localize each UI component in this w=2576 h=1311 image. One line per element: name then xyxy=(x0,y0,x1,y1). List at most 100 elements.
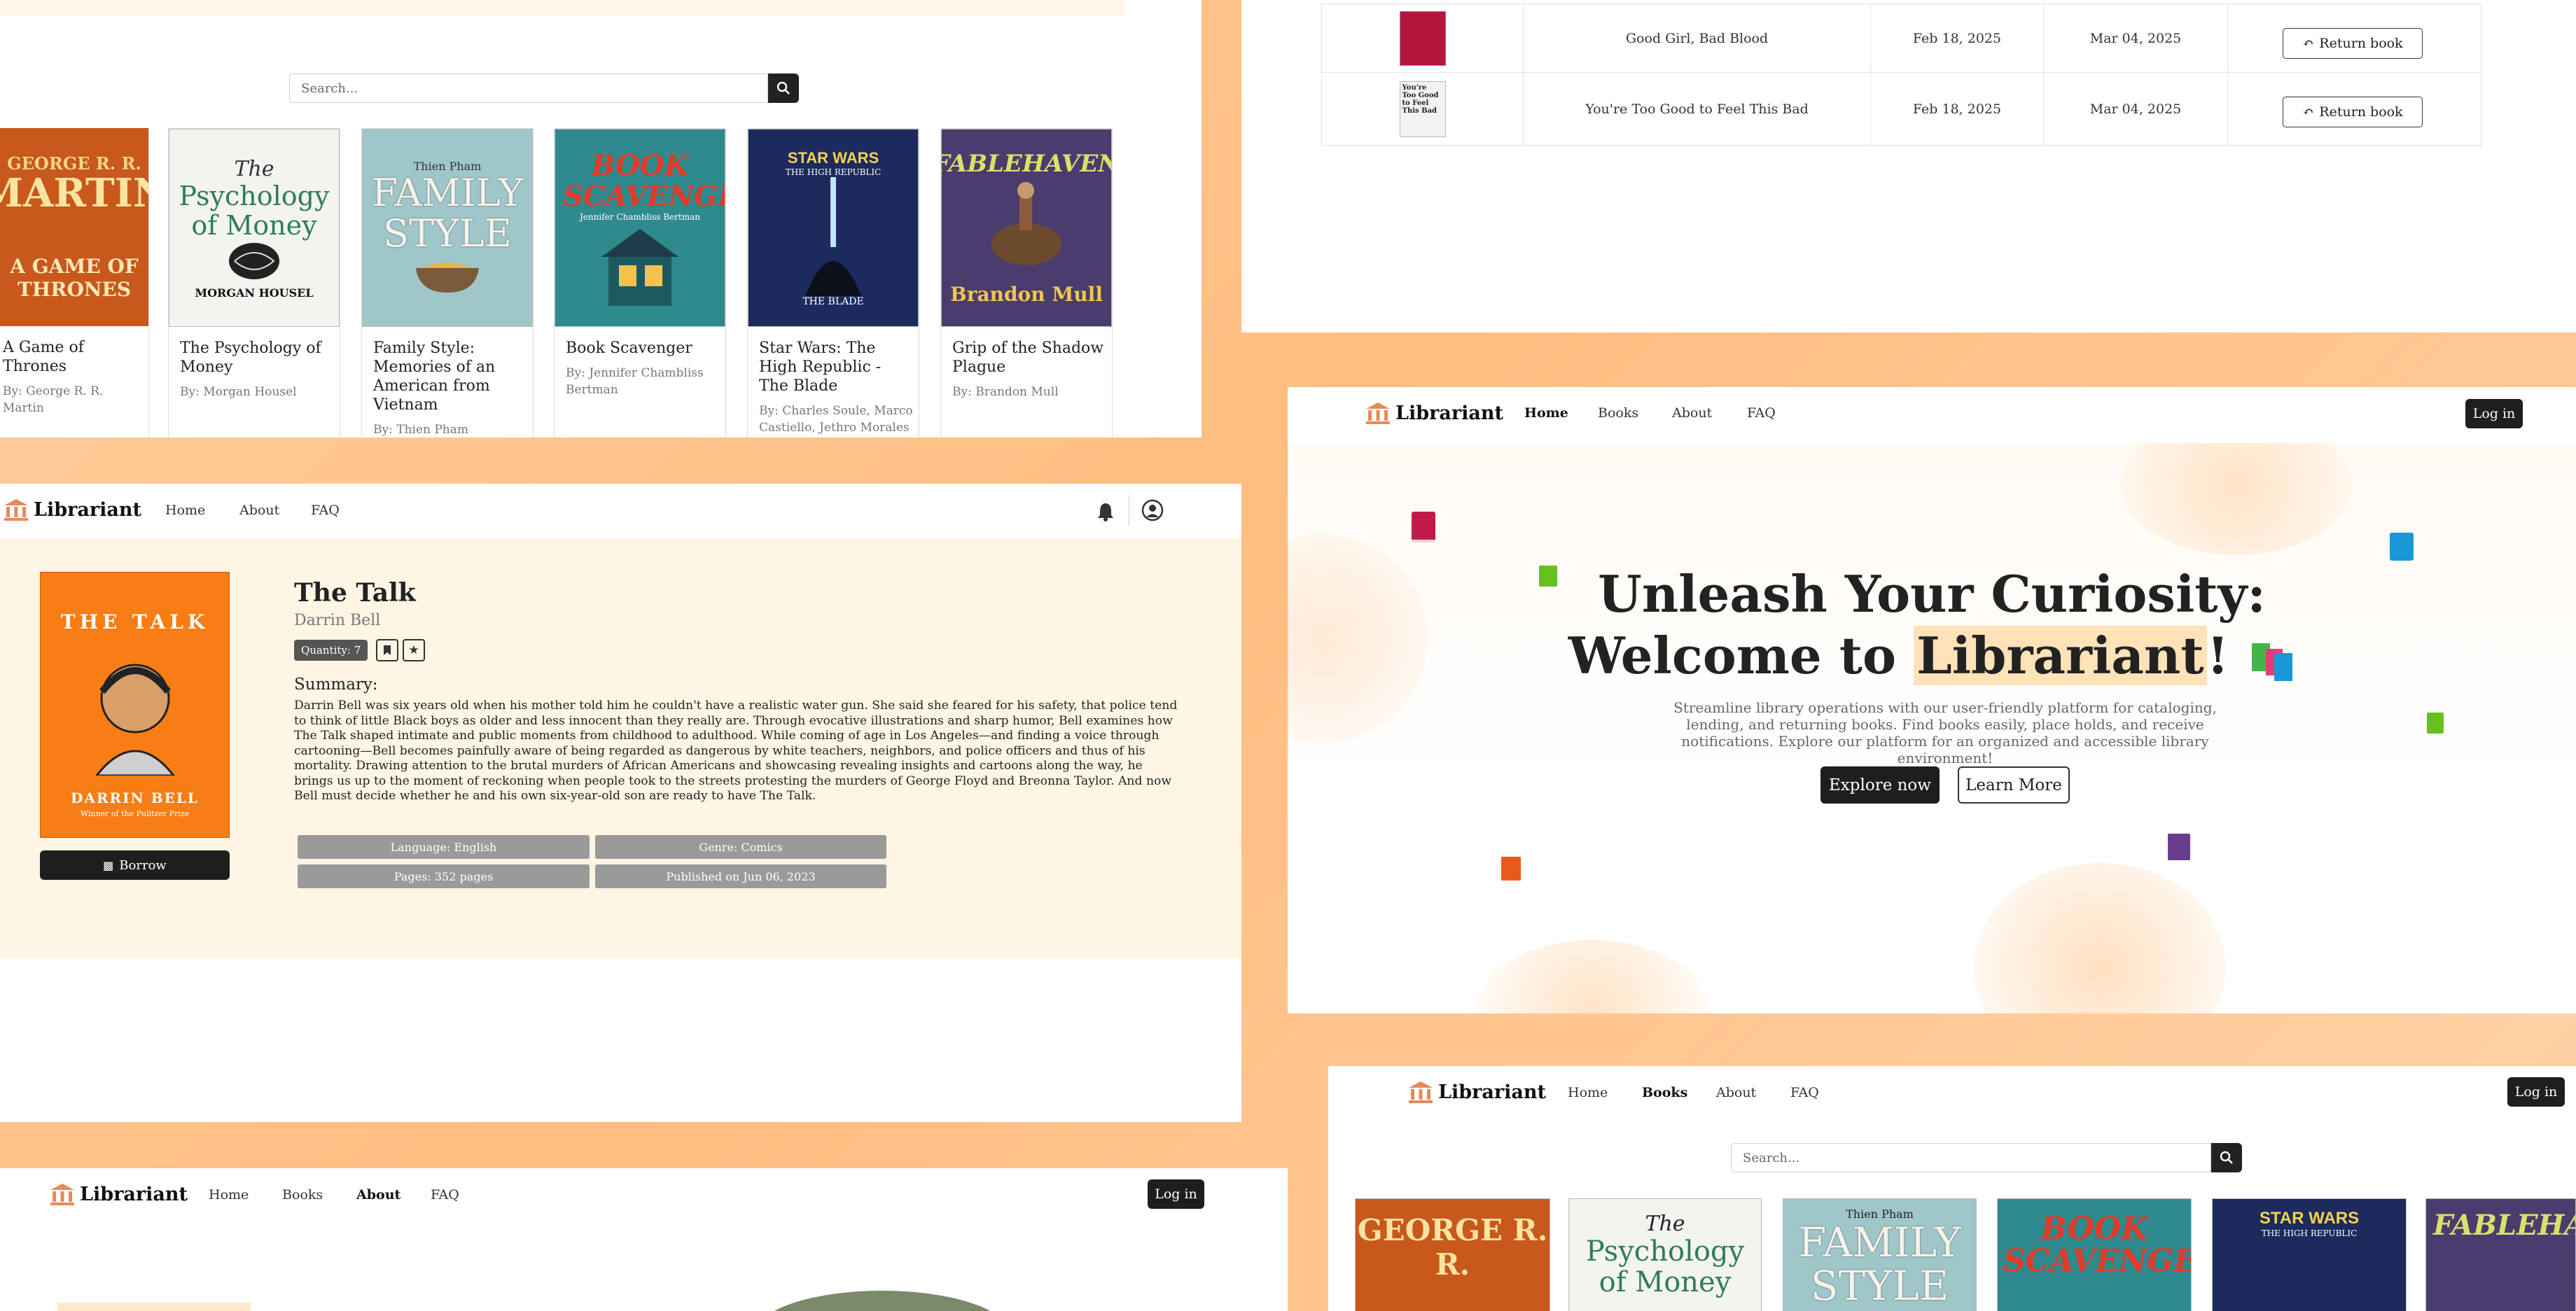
book-title[interactable]: A Game of Thrones xyxy=(3,338,146,376)
nav-books[interactable]: Books xyxy=(282,1187,323,1203)
nav-about[interactable]: About xyxy=(356,1187,401,1203)
boy-illustration-icon xyxy=(95,664,175,776)
nav-books[interactable]: Books xyxy=(1598,405,1638,421)
login-button[interactable]: Log in xyxy=(2465,399,2523,428)
hero-title-line1: Unleash Your Curiosity: xyxy=(1598,564,2266,624)
search-bar: Search... xyxy=(289,73,799,103)
bell-icon[interactable] xyxy=(1096,502,1115,521)
book-card[interactable]: FABLEHAVEN Brandon Mull Grip of the Shad… xyxy=(940,128,1113,437)
nav-faq[interactable]: FAQ xyxy=(431,1187,459,1203)
table-cell-thumb: You're Too Good to Feel This Bad xyxy=(1321,72,1524,146)
borrow-button[interactable]: ▩ Borrow xyxy=(40,850,230,880)
hero-title-brand: Librariant xyxy=(1914,626,2207,685)
published-chip: Published on Jun 06, 2023 xyxy=(595,864,886,888)
book-card[interactable]: Thien Pham FAMILY STYLE Family Style: Me… xyxy=(361,128,534,437)
nav-home[interactable]: Home xyxy=(1524,405,1568,421)
cover-main-text: THE HIGH REPUBLIC xyxy=(785,167,882,177)
cover-sub-text: MORGAN HOUSEL xyxy=(195,286,314,300)
book-card[interactable]: STAR WARS THE HIGH REPUBLIC THE BLADE St… xyxy=(747,128,919,437)
nav-about[interactable]: About xyxy=(239,503,279,518)
navbar: Librariant Home Books About FAQ Log in xyxy=(1288,387,2576,443)
hero-description: Streamline library operations with our u… xyxy=(1673,699,2217,766)
book-thumbnail[interactable]: You're Too Good to Feel This Bad xyxy=(1399,80,1446,137)
nav-home[interactable]: Home xyxy=(165,503,205,518)
nav-about[interactable]: About xyxy=(1716,1085,1756,1100)
cover-sub-text: Brandon Mull xyxy=(950,283,1103,306)
lightsaber-figure-icon xyxy=(805,176,861,296)
brain-illustration-icon xyxy=(229,242,279,279)
book-card[interactable]: GEORGE R. R. MARTIN A GAME OF THRONES A … xyxy=(0,128,149,437)
cover-title-text: THE TALK xyxy=(60,610,209,633)
book-author: By: Morgan Housel xyxy=(180,385,297,399)
hero-title-exclaim: ! xyxy=(2206,626,2229,685)
search-input[interactable]: Search... xyxy=(1731,1143,2211,1172)
summary-heading: Summary: xyxy=(294,675,378,694)
cover-top-text: STAR WARS xyxy=(2259,1209,2360,1228)
search-input[interactable]: Search... xyxy=(289,73,768,103)
borrowed-books-panel: Good Girl, Bad Blood Feb 18, 2025 Mar 04… xyxy=(1241,0,2576,332)
user-avatar-icon[interactable] xyxy=(1141,499,1164,521)
book-author: By: Jennifer Chambliss Bertman xyxy=(566,366,704,397)
search-button[interactable] xyxy=(768,73,799,103)
nav-faq[interactable]: FAQ xyxy=(1747,405,1776,421)
brand-logo[interactable]: Librariant xyxy=(49,1182,188,1206)
books-list-panel: Search... GEORGE R. R. MARTIN A GAME OF … xyxy=(0,0,1202,437)
nav-home[interactable]: Home xyxy=(1568,1085,1608,1100)
learn-more-button[interactable]: Learn More xyxy=(1958,766,2070,804)
return-arrow-icon: ↶ xyxy=(2302,36,2314,51)
floating-book-icon xyxy=(1501,857,1521,881)
decor-blob xyxy=(1974,863,2226,1014)
cover-main-text: BOOK SCAVENGER xyxy=(563,148,725,213)
cover-sub-text: A GAME OF THRONES xyxy=(10,255,139,301)
hero-section: Unleash Your Curiosity: Welcome to Libra… xyxy=(1288,443,2576,1014)
brand-logo[interactable]: Librariant xyxy=(1365,401,1503,425)
book-card[interactable]: BOOK SCAVENGER Jennifer Chambliss Bertma… xyxy=(554,128,726,437)
book-cover[interactable]: Thien Pham FAMILY STYLE xyxy=(1783,1198,1977,1311)
book-title[interactable]: Star Wars: The High Republic - The Blade xyxy=(759,339,913,395)
login-button[interactable]: Log in xyxy=(1148,1179,1204,1209)
bookmark-button[interactable] xyxy=(376,639,398,661)
book-cover[interactable]: The Psychology of Money xyxy=(1568,1198,1762,1311)
borrow-label: Borrow xyxy=(119,857,167,873)
return-book-button[interactable]: ↶ Return book xyxy=(2283,97,2423,127)
navbar: Librariant Home About FAQ xyxy=(0,484,1241,538)
return-book-button[interactable]: ↶ Return book xyxy=(2283,28,2423,59)
nav-faq[interactable]: FAQ xyxy=(311,503,340,518)
search-bar: Search... xyxy=(1731,1143,2242,1172)
book-cover[interactable]: FABLEHAVEN xyxy=(2425,1198,2576,1311)
nav-faq[interactable]: FAQ xyxy=(1790,1085,1819,1100)
book-cover[interactable]: STAR WARS THE HIGH REPUBLIC xyxy=(2212,1198,2407,1311)
table-cell-title: You're Too Good to Feel This Bad xyxy=(1523,72,1871,146)
book-title[interactable]: Family Style: Memories of an American fr… xyxy=(373,339,527,414)
book-author: Darrin Bell xyxy=(294,612,381,629)
cover-main-text: FABLEHAVEN xyxy=(941,150,1112,178)
bookmark-icon xyxy=(384,645,391,655)
quantity-badge: Quantity: 7 xyxy=(294,640,368,661)
book-cover[interactable]: BOOK SCAVENGER xyxy=(1997,1198,2192,1311)
nav-books[interactable]: Books xyxy=(1642,1085,1687,1100)
book-title[interactable]: The Psychology of Money xyxy=(180,339,334,377)
navbar: Librariant Home Books About FAQ Log in xyxy=(0,1168,1288,1224)
about-highlight-block xyxy=(57,1303,251,1311)
nav-about[interactable]: About xyxy=(1672,405,1712,421)
favorite-button[interactable]: ★ xyxy=(403,639,425,661)
login-button[interactable]: Log in xyxy=(2507,1077,2565,1107)
cover-main-text: BOOK SCAVENGER xyxy=(2003,1211,2191,1279)
book-title[interactable]: Book Scavenger xyxy=(566,339,720,358)
detail-cover: THE TALK DARRIN BELL Winner of the Pulit… xyxy=(40,572,230,838)
explore-now-button[interactable]: Explore now xyxy=(1820,766,1940,804)
floating-book-icon xyxy=(1412,512,1435,542)
nav-home[interactable]: Home xyxy=(209,1187,249,1203)
brand-logo[interactable]: Librariant xyxy=(1407,1080,1546,1104)
cover-sub-text: THE BLADE xyxy=(802,295,864,307)
book-cover: FABLEHAVEN Brandon Mull xyxy=(941,129,1112,327)
book-thumbnail[interactable] xyxy=(1399,10,1446,66)
book-cover[interactable]: GEORGE R. R. xyxy=(1355,1198,1550,1311)
cover-main-text: Psychology of Money xyxy=(179,180,330,241)
brand-logo[interactable]: Librariant xyxy=(3,498,141,521)
search-button[interactable] xyxy=(2211,1143,2242,1172)
cover-main-text: Psychology of Money xyxy=(1585,1235,1745,1298)
book-card[interactable]: The Psychology of Money MORGAN HOUSEL Th… xyxy=(168,128,340,437)
book-title[interactable]: Grip of the Shadow Plague xyxy=(952,339,1106,377)
book-author: By: George R. R. Martin xyxy=(3,384,104,415)
